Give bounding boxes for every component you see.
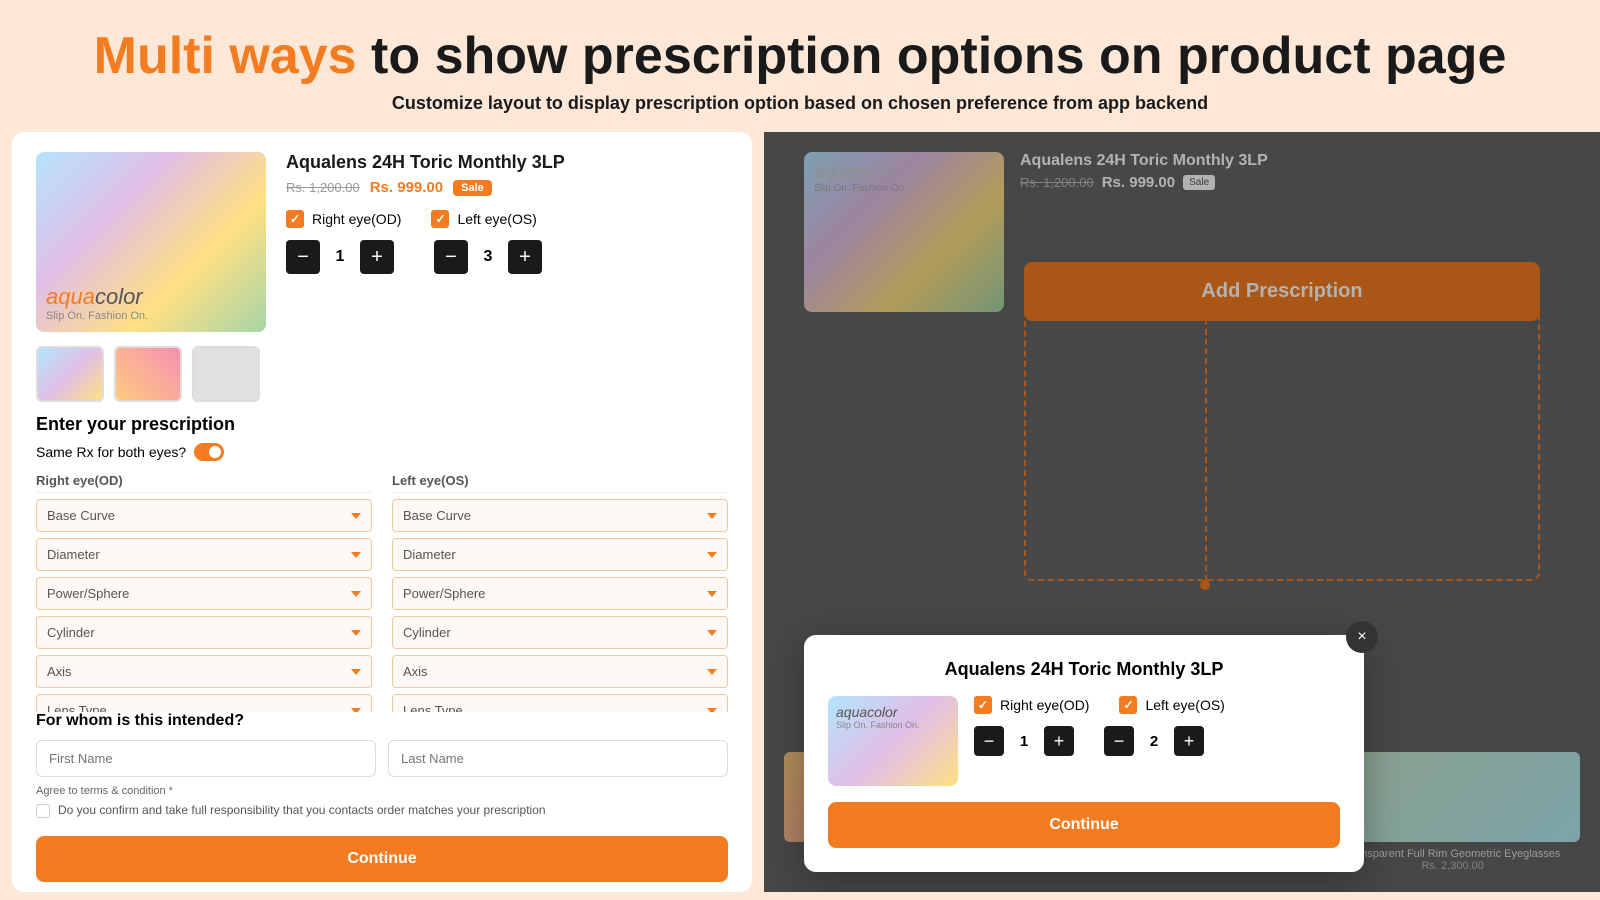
price-original: Rs. 1,200.00 [286,180,360,195]
left-axis-select[interactable]: Axis [392,655,728,688]
rx-grid: Right eye(OD) Base Curve Diameter Power/… [36,473,728,712]
header-subtitle: Customize layout to display prescription… [40,93,1560,114]
thumb-1[interactable] [36,346,104,402]
product-title: Aqualens 24H Toric Monthly 3LP [286,152,728,173]
modal-qty-right-minus[interactable]: − [974,726,1004,756]
modal-eye-checkboxes: Right eye(OD) Left eye(OS) [974,696,1340,714]
left-cylinder-select[interactable]: Cylinder [392,616,728,649]
modal-right-eye-checkbox[interactable]: Right eye(OD) [974,696,1089,714]
modal-overlay: × Aqualens 24H Toric Monthly 3LP aquacol… [764,132,1600,892]
modal-product-image: aquacolor Slip On. Fashion On. [828,696,958,786]
for-whom-section: For whom is this intended? Agree to term… [12,712,752,892]
continue-button[interactable]: Continue [36,836,728,882]
modal-qty-left-value: 2 [1136,733,1172,750]
modal-qty-right-control: − 1 + [974,726,1074,756]
right-cylinder-select[interactable]: Cylinder [36,616,372,649]
modal-qty-left-minus[interactable]: − [1104,726,1134,756]
right-eye-col-header: Right eye(OD) [36,473,372,493]
left-base-curve-select[interactable]: Base Curve [392,499,728,532]
terms-text: Do you confirm and take full responsibil… [58,803,546,817]
right-base-curve-select[interactable]: Base Curve [36,499,372,532]
terms-checkbox-row: Do you confirm and take full responsibil… [36,803,728,818]
right-eye-check-icon [286,210,304,228]
thumb-2[interactable] [114,346,182,402]
qty-right-value: 1 [320,248,360,266]
right-eye-label: Right eye(OD) [312,211,401,227]
modal-right-eye-check-icon [974,696,992,714]
first-name-input[interactable] [36,740,376,777]
product-details: Aqualens 24H Toric Monthly 3LP Rs. 1,200… [286,152,728,332]
left-diameter-select[interactable]: Diameter [392,538,728,571]
thumb-3[interactable] [192,346,260,402]
price-sale: Rs. 999.00 [370,179,443,196]
shop-background: aquacolor Slip On. Fashion On. Aqualens … [764,132,1600,892]
brand-tagline: Slip On. Fashion On. [46,310,148,322]
right-power-sphere-select[interactable]: Power/Sphere [36,577,372,610]
modal-left-eye-label: Left eye(OS) [1145,697,1224,713]
left-eye-check-icon [431,210,449,228]
modal-eyes-section: Right eye(OD) Left eye(OS) − [974,696,1340,756]
modal-left-eye-checkbox[interactable]: Left eye(OS) [1119,696,1224,714]
qty-left-control: − 3 + [434,240,542,274]
qty-row: − 1 + − 3 + [286,240,728,274]
qty-right-minus[interactable]: − [286,240,320,274]
qty-right-plus[interactable]: + [360,240,394,274]
right-lens-type-select[interactable]: Lens Type [36,694,372,712]
last-name-input[interactable] [388,740,728,777]
product-image-placeholder: aquacolor Slip On. Fashion On. [36,152,266,332]
right-eye-checkbox[interactable]: Right eye(OD) [286,210,401,228]
main-container: aquacolor Slip On. Fashion On. Aqualens … [0,132,1600,892]
left-eye-checkbox[interactable]: Left eye(OS) [431,210,536,228]
eye-checkboxes: Right eye(OD) Left eye(OS) [286,210,728,228]
same-rx-row: Same Rx for both eyes? [36,443,728,461]
left-lens-type-select[interactable]: Lens Type [392,694,728,712]
qty-left-minus[interactable]: − [434,240,468,274]
left-eye-label: Left eye(OS) [457,211,536,227]
terms-section: Agree to terms & condition * Do you conf… [36,785,728,818]
product-image-main: aquacolor Slip On. Fashion On. [36,152,266,332]
terms-checkbox[interactable] [36,804,50,818]
qty-left-plus[interactable]: + [508,240,542,274]
name-inputs [36,740,728,777]
sale-badge: Sale [453,180,492,196]
left-eye-col-header: Left eye(OS) [392,473,728,493]
modal-continue-button[interactable]: Continue [828,802,1340,848]
modal-close-button[interactable]: × [1346,621,1378,653]
brand-name: aquacolor [46,284,148,310]
price-row: Rs. 1,200.00 Rs. 999.00 Sale [286,179,728,196]
product-section: aquacolor Slip On. Fashion On. Aqualens … [12,132,752,346]
header: Multi ways to show prescription options … [0,0,1600,132]
prescription-section: Enter your prescription Same Rx for both… [12,414,752,712]
qty-right-control: − 1 + [286,240,394,274]
modal-qty-right-value: 1 [1006,733,1042,750]
modal-qty-row: − 1 + − 2 + [974,726,1340,756]
qty-left-value: 3 [468,248,508,266]
product-thumbnails [12,346,752,414]
left-panel: aquacolor Slip On. Fashion On. Aqualens … [12,132,752,892]
modal-left-eye-check-icon [1119,696,1137,714]
modal-qty-left-control: − 2 + [1104,726,1204,756]
left-power-sphere-select[interactable]: Power/Sphere [392,577,728,610]
prescription-title: Enter your prescription [36,414,728,435]
header-title-dark: to show prescription options on product … [357,27,1507,85]
modal-product-row: aquacolor Slip On. Fashion On. Right eye… [828,696,1340,786]
header-title-orange: Multi ways [94,27,357,85]
modal-dialog: × Aqualens 24H Toric Monthly 3LP aquacol… [804,635,1364,872]
right-diameter-select[interactable]: Diameter [36,538,372,571]
modal-qty-left-plus[interactable]: + [1174,726,1204,756]
modal-title: Aqualens 24H Toric Monthly 3LP [828,659,1340,680]
right-panel: aquacolor Slip On. Fashion On. Aqualens … [764,132,1600,892]
right-axis-select[interactable]: Axis [36,655,372,688]
for-whom-title: For whom is this intended? [36,712,728,730]
terms-label: Agree to terms & condition * [36,785,173,797]
modal-right-eye-label: Right eye(OD) [1000,697,1089,713]
same-rx-toggle[interactable] [194,443,224,461]
same-rx-label: Same Rx for both eyes? [36,444,186,460]
modal-qty-right-plus[interactable]: + [1044,726,1074,756]
